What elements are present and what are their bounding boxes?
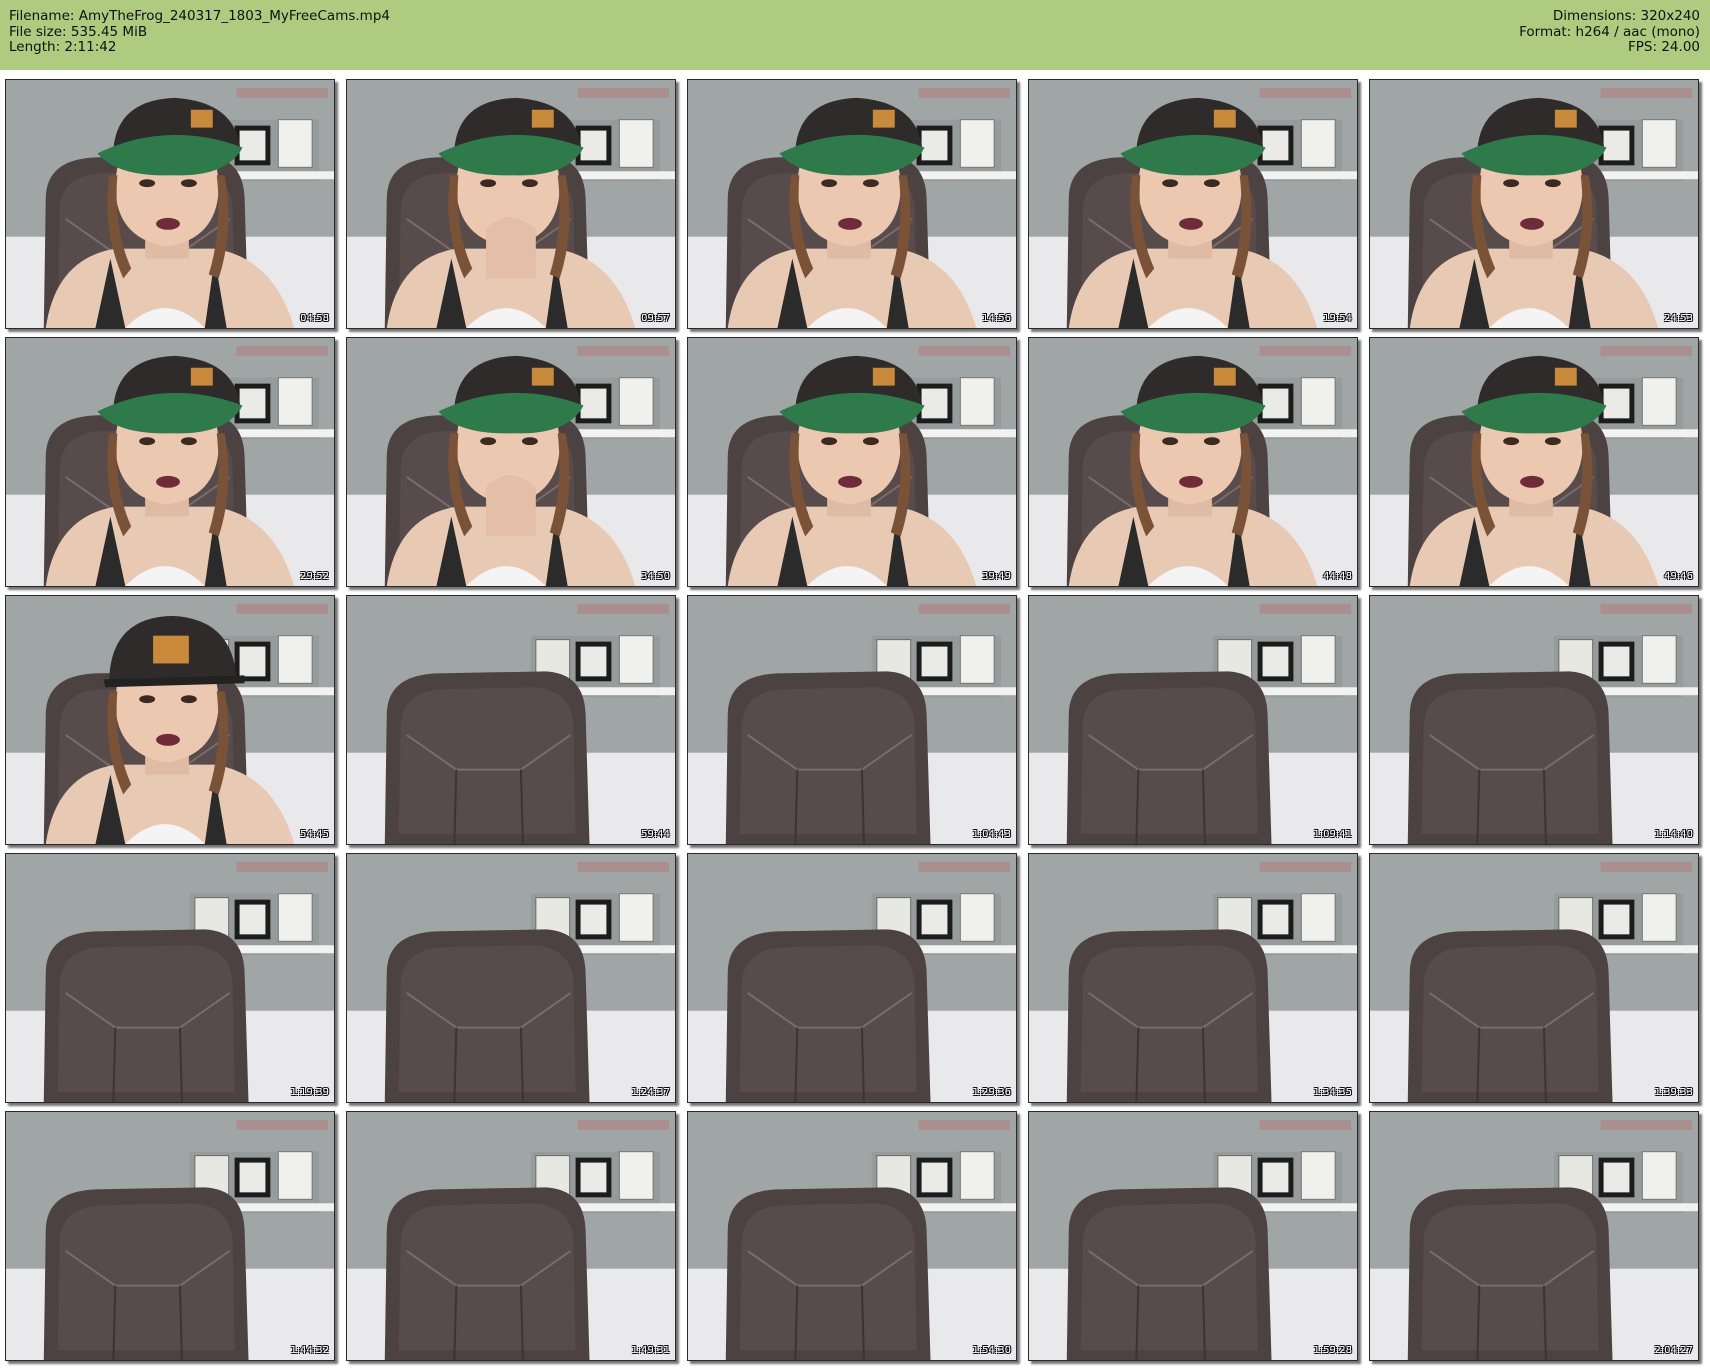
thumbnail-timestamp: 09:57 [641, 313, 670, 324]
dimensions-label: Dimensions: 320x240 [1552, 8, 1700, 24]
thumbnail-frame-image [688, 854, 1016, 1102]
thumbnail-grid: 04:58 09:57 14:56 19:54 24:53 29:52 34:50 39:49… [5, 79, 1699, 1361]
video-thumbnail[interactable]: 1:29:36 [687, 853, 1017, 1103]
thumbnail-timestamp: 1:34:35 [1313, 1087, 1352, 1098]
thumbnail-frame-image [1029, 854, 1357, 1102]
thumbnail-timestamp: 49:46 [1664, 571, 1693, 582]
thumbnail-frame-image [347, 854, 675, 1102]
thumbnail-timestamp: 1:19:39 [290, 1087, 329, 1098]
meta-left: Filename: AmyTheFrog_240317_1803_MyFreeC… [9, 8, 390, 56]
video-thumbnail[interactable]: 04:58 [5, 79, 335, 329]
thumbnail-timestamp: 1:29:36 [972, 1087, 1011, 1098]
thumbnail-timestamp: 1:04:43 [972, 829, 1011, 840]
video-thumbnail[interactable]: 19:54 [1028, 79, 1358, 329]
thumbnail-frame-image [688, 1112, 1016, 1360]
thumbnail-timestamp: 1:49:31 [631, 1345, 670, 1356]
video-thumbnail[interactable]: 1:04:43 [687, 595, 1017, 845]
thumbnail-frame-image [6, 338, 334, 586]
thumbnail-frame-image [347, 80, 675, 328]
video-thumbnail[interactable]: 1:34:35 [1028, 853, 1358, 1103]
thumbnail-frame-image [1370, 854, 1698, 1102]
video-thumbnail[interactable]: 1:24:37 [346, 853, 676, 1103]
thumbnail-timestamp: 59:44 [641, 829, 670, 840]
thumbnail-frame-image [347, 596, 675, 844]
video-thumbnail[interactable]: 59:44 [346, 595, 676, 845]
video-thumbnail[interactable]: 1:44:32 [5, 1111, 335, 1361]
thumbnail-timestamp: 1:44:32 [290, 1345, 329, 1356]
thumbnail-frame-image [688, 338, 1016, 586]
thumbnail-timestamp: 1:54:30 [972, 1345, 1011, 1356]
thumbnail-frame-image [6, 1112, 334, 1360]
filesize-label: File size: 535.45 MiB [9, 23, 148, 40]
video-thumbnail[interactable]: 1:54:30 [687, 1111, 1017, 1361]
video-thumbnail[interactable]: 29:52 [5, 337, 335, 587]
video-thumbnail[interactable]: 54:45 [5, 595, 335, 845]
thumbnail-timestamp: 29:52 [300, 571, 329, 582]
thumbnail-frame-image [1370, 1112, 1698, 1360]
thumbnail-timestamp: 39:49 [982, 571, 1011, 582]
thumbnail-frame-image [1029, 596, 1357, 844]
thumbnail-frame-image [347, 1112, 675, 1360]
thumbnail-frame-image [1029, 1112, 1357, 1360]
video-thumbnail[interactable]: 34:50 [346, 337, 676, 587]
thumbnail-frame-image [6, 596, 334, 844]
video-thumbnail[interactable]: 09:57 [346, 79, 676, 329]
video-thumbnail[interactable]: 1:19:39 [5, 853, 335, 1103]
video-thumbnail[interactable]: 1:09:41 [1028, 595, 1358, 845]
thumbnail-frame-image [6, 80, 334, 328]
video-thumbnail[interactable]: 1:59:28 [1028, 1111, 1358, 1361]
thumbnail-timestamp: 54:45 [300, 829, 329, 840]
thumbnail-frame-image [688, 596, 1016, 844]
thumbnail-frame-image [6, 854, 334, 1102]
video-thumbnail[interactable]: 24:53 [1369, 79, 1699, 329]
thumbnail-frame-image [688, 80, 1016, 328]
video-thumbnail[interactable]: 1:14:40 [1369, 595, 1699, 845]
fps-label: FPS: 24.00 [1628, 39, 1700, 55]
video-thumbnail[interactable]: 39:49 [687, 337, 1017, 587]
thumbnail-frame-image [1029, 80, 1357, 328]
video-thumbnail[interactable]: 44:48 [1028, 337, 1358, 587]
thumbnail-frame-image [1370, 80, 1698, 328]
info-header: Filename: AmyTheFrog_240317_1803_MyFreeC… [0, 0, 1710, 70]
thumbnail-frame-image [1029, 338, 1357, 586]
video-thumbnail[interactable]: 1:49:31 [346, 1111, 676, 1361]
thumbnail-timestamp: 34:50 [641, 571, 670, 582]
format-label: Format: h264 / aac (mono) [1519, 23, 1700, 40]
thumbnail-timestamp: 1:14:40 [1654, 829, 1693, 840]
video-thumbnail[interactable]: 1:39:33 [1369, 853, 1699, 1103]
video-thumbnail[interactable]: 2:04:27 [1369, 1111, 1699, 1361]
meta-right: Dimensions: 320x240 Format: h264 / aac (… [1519, 8, 1700, 56]
thumbnail-timestamp: 1:24:37 [631, 1087, 670, 1098]
thumbnail-timestamp: 44:48 [1323, 571, 1352, 582]
filename-label: Filename: AmyTheFrog_240317_1803_MyFreeC… [9, 8, 390, 24]
thumbnail-timestamp: 1:59:28 [1313, 1345, 1352, 1356]
thumbnail-timestamp: 19:54 [1323, 313, 1352, 324]
thumbnail-timestamp: 14:56 [982, 313, 1011, 324]
thumbnail-frame-image [1370, 338, 1698, 586]
thumbnail-frame-image [1370, 596, 1698, 844]
thumbnail-frame-image [347, 338, 675, 586]
length-label: Length: 2:11:42 [9, 39, 117, 55]
video-thumbnail[interactable]: 14:56 [687, 79, 1017, 329]
thumbnail-timestamp: 1:09:41 [1313, 829, 1352, 840]
thumbnail-timestamp: 1:39:33 [1654, 1087, 1693, 1098]
thumbnail-timestamp: 24:53 [1664, 313, 1693, 324]
video-thumbnail[interactable]: 49:46 [1369, 337, 1699, 587]
thumbnail-timestamp: 04:58 [300, 313, 329, 324]
thumbnail-timestamp: 2:04:27 [1654, 1345, 1693, 1356]
